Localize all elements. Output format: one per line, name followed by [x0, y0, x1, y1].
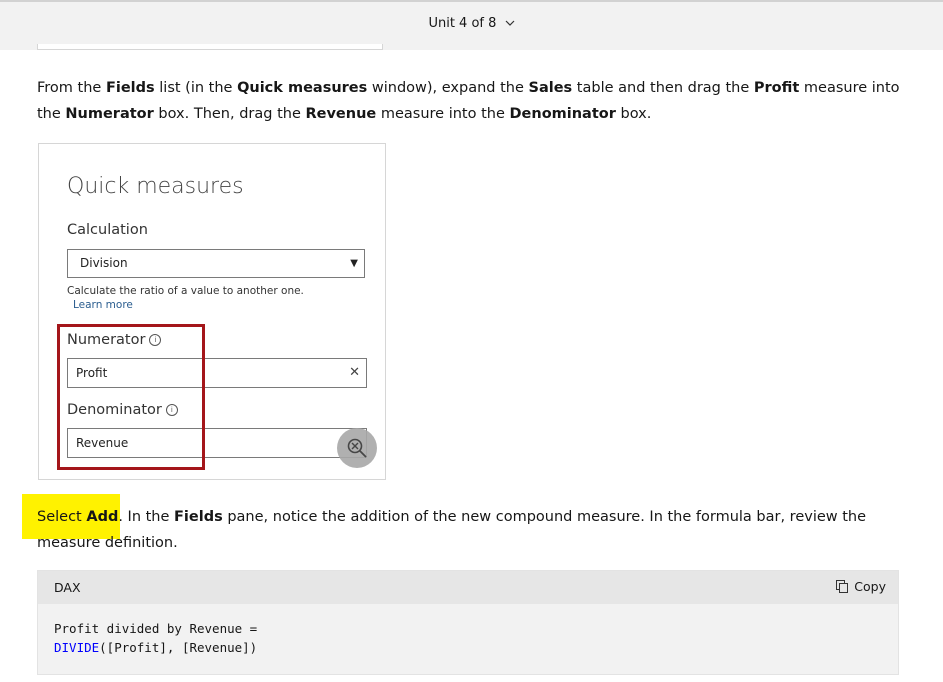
dropdown-arrow-icon: ▼	[350, 258, 358, 269]
unit-label: Unit 4 of 8	[428, 16, 497, 31]
close-icon: ✕	[349, 365, 360, 380]
previous-image-edge	[37, 44, 383, 50]
code-block: DAX Copy Profit divided by Revenue = DIV…	[37, 570, 899, 675]
drag-cursor-icon	[337, 428, 377, 468]
quick-measures-title: Quick measures	[67, 174, 244, 199]
learn-more-link: Learn more	[73, 299, 133, 311]
calculation-select: Division ▼	[67, 249, 365, 278]
code-keyword: DIVIDE	[54, 640, 100, 655]
step-paragraph: Select Add. In the Fields pane, notice t…	[37, 509, 867, 551]
calculation-help-text: Calculate the ratio of a value to anothe…	[67, 285, 304, 297]
code-content: Profit divided by Revenue = DIVIDE([Prof…	[54, 621, 258, 655]
calculation-label: Calculation	[67, 222, 148, 238]
numerator-denominator-highlight-box	[57, 324, 205, 470]
instruction-paragraph: From the Fields list (in the Quick measu…	[37, 80, 900, 122]
copy-icon	[836, 580, 849, 593]
unit-selector[interactable]: Unit 4 of 8	[0, 16, 943, 31]
code-language: DAX	[54, 580, 81, 595]
copy-button[interactable]: Copy	[836, 579, 886, 594]
top-bar: Unit 4 of 8	[0, 0, 943, 50]
code-header: DAX Copy	[38, 571, 898, 604]
quick-measures-screenshot: Quick measures Calculation Division ▼ Ca…	[38, 143, 386, 480]
chevron-down-icon	[505, 16, 515, 31]
